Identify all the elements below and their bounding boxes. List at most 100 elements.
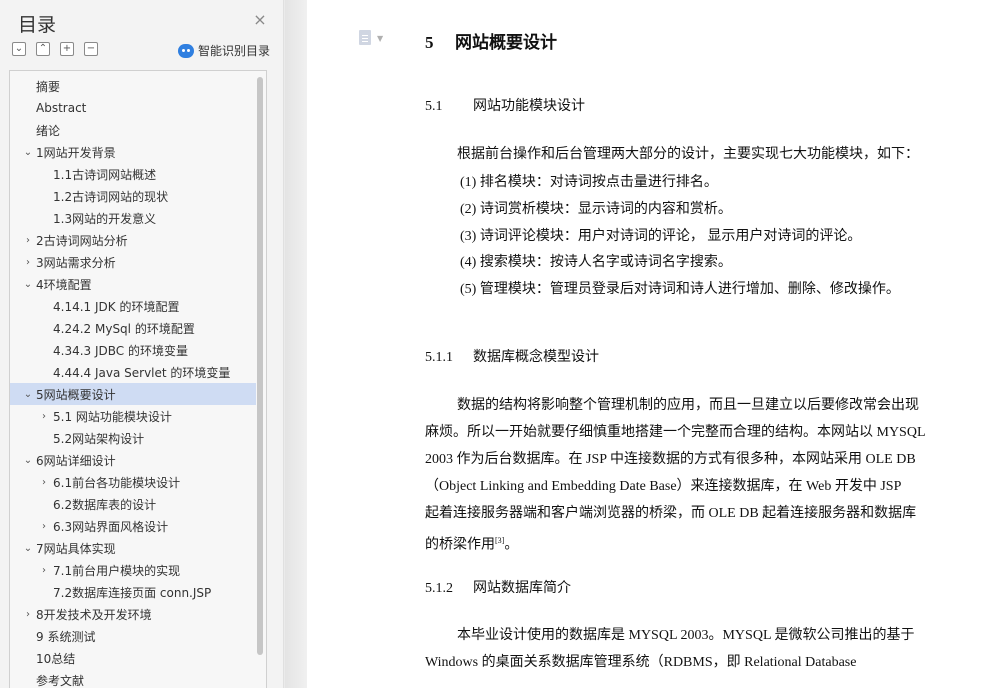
toc-item-label: 1网站开发背景 xyxy=(36,145,116,160)
paragraph-5-1-2: 本毕业设计使用的数据库是 MYSQL 2003。MYSQL 是微软公司推出的基于… xyxy=(425,622,981,676)
toc-item-label: 8开发技术及开发环境 xyxy=(36,607,152,622)
toc-item[interactable]: ⌄ 5网站概要设计 xyxy=(10,383,256,405)
toc-item[interactable]: › 7.1前台用户模块的实现 xyxy=(10,559,256,581)
toc-item[interactable]: ⌄ 7网站具体实现 xyxy=(10,537,256,559)
toc-item-label: 7.2数据库连接页面 conn.JSP xyxy=(53,585,212,600)
paragraph-line: 本毕业设计使用的数据库是 MYSQL 2003。MYSQL 是微软公司推出的基于 xyxy=(457,628,915,643)
toc-item[interactable]: 绪论 xyxy=(10,119,256,141)
heading-5: 5 网站概要设计 xyxy=(425,28,557,53)
chevron-down-icon[interactable]: ⌄ xyxy=(22,147,34,158)
toc-item-label: 5.1 网站功能模块设计 xyxy=(53,409,172,424)
toc-item[interactable]: ⌄ 4环境配置 xyxy=(10,273,256,295)
toc-item[interactable]: › 5.1 网站功能模块设计 xyxy=(10,405,256,427)
toc-item[interactable]: 7.2数据库连接页面 conn.JSP xyxy=(10,581,256,603)
document-page: ▼ 5 网站概要设计 5.1 网站功能模块设计 根据前台操作和后台管理两大部分的设计… xyxy=(307,0,990,688)
heading-5-1-2: 5.1.2 网站数据库简介 xyxy=(425,577,571,597)
toc-item-label: 5网站概要设计 xyxy=(36,387,116,402)
toc-scrollbar[interactable] xyxy=(257,77,263,655)
toc-item[interactable]: 1.2古诗词网站的现状 xyxy=(10,185,256,207)
chevron-right-icon[interactable]: › xyxy=(38,521,50,532)
heading-number: 5.1.2 xyxy=(425,581,453,596)
toc-item[interactable]: › 3网站需求分析 xyxy=(10,251,256,273)
heading-text: 网站数据库简介 xyxy=(473,581,571,596)
chevron-right-icon[interactable]: › xyxy=(38,411,50,422)
chevron-down-icon[interactable]: ▼ xyxy=(377,34,383,43)
toc-item[interactable]: › 6.1前台各功能模块设计 xyxy=(10,471,256,493)
toc-item[interactable]: ⌄ 1网站开发背景 xyxy=(10,141,256,163)
toc-item-label: 6.1前台各功能模块设计 xyxy=(53,475,181,490)
toc-item[interactable]: › 8开发技术及开发环境 xyxy=(10,603,256,625)
ai-bot-icon xyxy=(178,43,194,58)
paragraph-text: 的桥梁作用 xyxy=(425,537,495,553)
chevron-right-icon[interactable]: › xyxy=(38,477,50,488)
list-item: (3) 诗词评论模块：用户对诗词的评论， 显示用户对诗词的评论。 xyxy=(460,229,862,244)
sidebar-title: 目录 xyxy=(18,14,57,36)
toc-item[interactable]: 1.3网站的开发意义 xyxy=(10,207,256,229)
chevron-right-icon[interactable]: › xyxy=(22,257,34,268)
add-heading-button[interactable]: + xyxy=(60,42,74,56)
app-window: 目录 × ⌄ ⌃ + − 智能识别目录 摘要 Abstract 绪论 ⌄ 1网站开发背景… xyxy=(0,0,990,688)
close-icon[interactable]: × xyxy=(252,12,268,28)
toc-item[interactable]: 10总结 xyxy=(10,647,256,669)
chevron-right-icon[interactable]: › xyxy=(38,565,50,576)
toc-item[interactable]: 4.24.2 MySql 的环境配置 xyxy=(10,317,256,339)
chevron-down-icon[interactable]: ⌄ xyxy=(22,389,34,400)
heading-text: 数据库概念模型设计 xyxy=(473,350,599,365)
paragraph-line: 2003 作为后台数据库。在 JSP 中连接数据的方式有很多种，本网站采用 OL… xyxy=(425,452,916,467)
toc-item[interactable]: 1.1古诗词网站概述 xyxy=(10,163,256,185)
chevron-down-icon[interactable]: ⌄ xyxy=(22,455,34,466)
toc-item-label: 6网站详细设计 xyxy=(36,453,116,468)
toc-item[interactable]: 5.2网站架构设计 xyxy=(10,427,256,449)
toc-item-label: 1.2古诗词网站的现状 xyxy=(53,189,169,204)
chevron-right-icon[interactable]: › xyxy=(22,235,34,246)
paragraph-line: （Object Linking and Embedding Date Base）… xyxy=(425,479,902,494)
toc-item-label: 10总结 xyxy=(36,651,76,666)
toc-item[interactable]: › 6.3网站界面风格设计 xyxy=(10,515,256,537)
smart-toc-button[interactable]: 智能识别目录 xyxy=(178,42,270,59)
remove-heading-button[interactable]: − xyxy=(84,42,98,56)
expand-all-button[interactable]: ⌄ xyxy=(12,42,26,56)
chevron-down-icon[interactable]: ⌄ xyxy=(22,279,34,290)
toc-item[interactable]: 4.14.1 JDK 的环境配置 xyxy=(10,295,256,317)
heading-number: 5.1.1 xyxy=(425,350,453,365)
toc-item[interactable]: Abstract xyxy=(10,97,256,119)
toc-item-label: Abstract xyxy=(36,101,87,115)
list-item: (5) 管理模块：管理员登录后对诗词和诗人进行增加、删除、修改操作。 xyxy=(460,282,900,297)
paragraph-5-1-1: 数据的结构将影响整个管理机制的应用，而且一旦建立以后要修改常会出现 麻烦。所以一… xyxy=(425,392,981,559)
toc-item-label: 2古诗词网站分析 xyxy=(36,233,128,248)
heading-text: 网站功能模块设计 xyxy=(473,99,585,114)
smart-toc-label: 智能识别目录 xyxy=(198,44,271,58)
page-gutter xyxy=(285,0,307,688)
toc-panel: 摘要 Abstract 绪论 ⌄ 1网站开发背景 1.1古诗词网站概述 1.2古诗词网站的现… xyxy=(9,70,267,688)
reference-mark[interactable]: [3] xyxy=(495,536,504,545)
toc-item[interactable]: 6.2数据库表的设计 xyxy=(10,493,256,515)
paragraph-text: 。 xyxy=(504,537,519,553)
toc-item[interactable]: 参考文献 xyxy=(10,669,256,688)
toc-item[interactable]: 4.44.4 Java Servlet 的环境变量 xyxy=(10,361,256,383)
document-icon[interactable] xyxy=(359,30,371,45)
toc-item-label: 4.44.4 Java Servlet 的环境变量 xyxy=(53,365,231,380)
toc-item-label: 4.34.3 JDBC 的环境变量 xyxy=(53,343,188,358)
toc-item[interactable]: ⌄ 6网站详细设计 xyxy=(10,449,256,471)
paragraph-line: 的桥梁作用[3]。 xyxy=(425,527,981,559)
toc-item[interactable]: › 2古诗词网站分析 xyxy=(10,229,256,251)
toc-item-label: 1.1古诗词网站概述 xyxy=(53,167,157,182)
toc-item-label: 1.3网站的开发意义 xyxy=(53,211,157,226)
intro-paragraph: 根据前台操作和后台管理两大部分的设计，主要实现七大功能模块，如下： xyxy=(457,147,919,162)
paragraph-line: 起着连接服务器端和客户端浏览器的桥梁，而 OLE DB 起着连接服务器和数据库 xyxy=(425,506,917,521)
toc-item[interactable]: 9 系统测试 xyxy=(10,625,256,647)
list-item: (1) 排名模块：对诗词按点击量进行排名。 xyxy=(460,175,718,190)
chevron-down-icon[interactable]: ⌄ xyxy=(22,543,34,554)
chevron-right-icon[interactable]: › xyxy=(22,609,34,620)
heading-number: 5.1 xyxy=(425,99,443,114)
toc-item-label: 7网站具体实现 xyxy=(36,541,116,556)
toc-item-label: 3网站需求分析 xyxy=(36,255,116,270)
toc-item[interactable]: 摘要 xyxy=(10,75,256,97)
collapse-all-button[interactable]: ⌃ xyxy=(36,42,50,56)
toc-item-label: 5.2网站架构设计 xyxy=(53,431,145,446)
toc-item[interactable]: 4.34.3 JDBC 的环境变量 xyxy=(10,339,256,361)
toc-item-label: 9 系统测试 xyxy=(36,629,96,644)
toc-sidebar: 目录 × ⌄ ⌃ + − 智能识别目录 摘要 Abstract 绪论 ⌄ 1网站开发背景… xyxy=(0,0,284,688)
heading-text: 网站概要设计 xyxy=(455,33,557,52)
toc-item-label: 6.3网站界面风格设计 xyxy=(53,519,169,534)
